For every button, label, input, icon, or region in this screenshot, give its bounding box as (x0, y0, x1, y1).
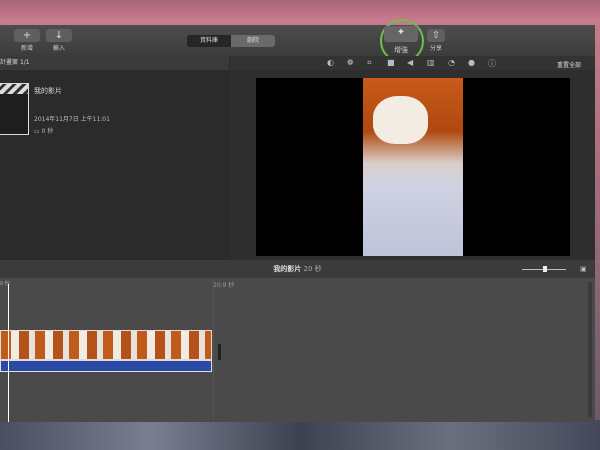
magic-wand-icon: ✦ (396, 27, 406, 38)
timeline-duration: 20 秒 (303, 265, 322, 273)
plus-icon: + (22, 30, 32, 41)
desktop-background (0, 420, 600, 450)
end-marker: 20.9 秒 (213, 282, 235, 289)
video-frame (363, 78, 463, 256)
crop-icon[interactable]: ⌗ (367, 58, 372, 68)
audio-track[interactable] (0, 360, 212, 372)
stabilization-icon[interactable]: ■ (387, 58, 395, 67)
arrow-down-icon: ↓ (54, 30, 64, 41)
playhead[interactable] (8, 284, 9, 422)
new-label: 新增 (20, 45, 33, 52)
share-icon: ⇧ (431, 30, 441, 41)
imovie-window: + 新增 ↓ 輸入 資料庫 劇院 ✦ 增強 ⇧ 分享 計畫案 1/1 我的影片 … (0, 19, 595, 422)
color-balance-icon[interactable]: ◐ (327, 58, 334, 67)
color-correction-icon[interactable]: ❁ (347, 58, 354, 67)
zoom-slider[interactable] (522, 266, 566, 272)
volume-icon[interactable]: ◀ (407, 58, 413, 67)
preview-screen (256, 78, 570, 256)
library-count: 1/1 (19, 59, 30, 66)
project-date: 2014年11月7日 上午11:01 (34, 116, 110, 123)
scrollbar[interactable] (588, 282, 592, 417)
tab-theater[interactable]: 劇院 (231, 35, 275, 47)
equalizer-icon[interactable]: ▥ (427, 58, 435, 67)
enhance-button[interactable]: ✦ (384, 26, 418, 42)
adjustment-bar: ◐ ❁ ⌗ ■ ◀ ▥ ◔ ● ⓘ 重置全部 (230, 56, 595, 70)
enhance-label: 增強 (394, 46, 408, 54)
timeline-title: 我的影片 (273, 265, 302, 273)
project-duration: 0 秒 (41, 128, 54, 135)
new-button[interactable]: + (14, 29, 40, 42)
reset-all-button[interactable]: 重置全部 (557, 60, 581, 69)
import-label: 輸入 (52, 45, 65, 52)
clip-appearance-icon[interactable]: ▣ (580, 260, 587, 278)
film-icon: ▭ (34, 128, 40, 135)
timeline-header: 我的影片 20 秒 ▣ (0, 260, 595, 278)
tab-library[interactable]: 資料庫 (187, 35, 231, 47)
library-header-title: 計畫案 (0, 59, 19, 66)
video-clip[interactable] (0, 330, 212, 360)
info-icon[interactable]: ⓘ (488, 58, 496, 69)
project-title[interactable]: 我的影片 (34, 86, 62, 96)
share-label: 分享 (429, 45, 442, 52)
viewer (230, 70, 595, 260)
noise-reduction-icon[interactable]: ● (468, 58, 475, 67)
library-header: 計畫案 1/1 (0, 56, 229, 70)
toolbar: + 新增 ↓ 輸入 資料庫 劇院 ✦ 增強 ⇧ 分享 (0, 19, 595, 63)
library-panel: 我的影片 2014年11月7日 上午11:01 ▭ 0 秒 (0, 70, 229, 260)
project-thumbnail[interactable] (0, 83, 29, 135)
clapper-icon (0, 84, 28, 94)
speed-icon[interactable]: ◔ (448, 58, 455, 67)
import-button[interactable]: ↓ (46, 29, 72, 42)
timeline: 0 秒 20.9 秒 (0, 278, 595, 422)
trim-handle[interactable] (218, 344, 221, 360)
dog-image (373, 96, 428, 144)
share-button[interactable]: ⇧ (427, 29, 445, 42)
